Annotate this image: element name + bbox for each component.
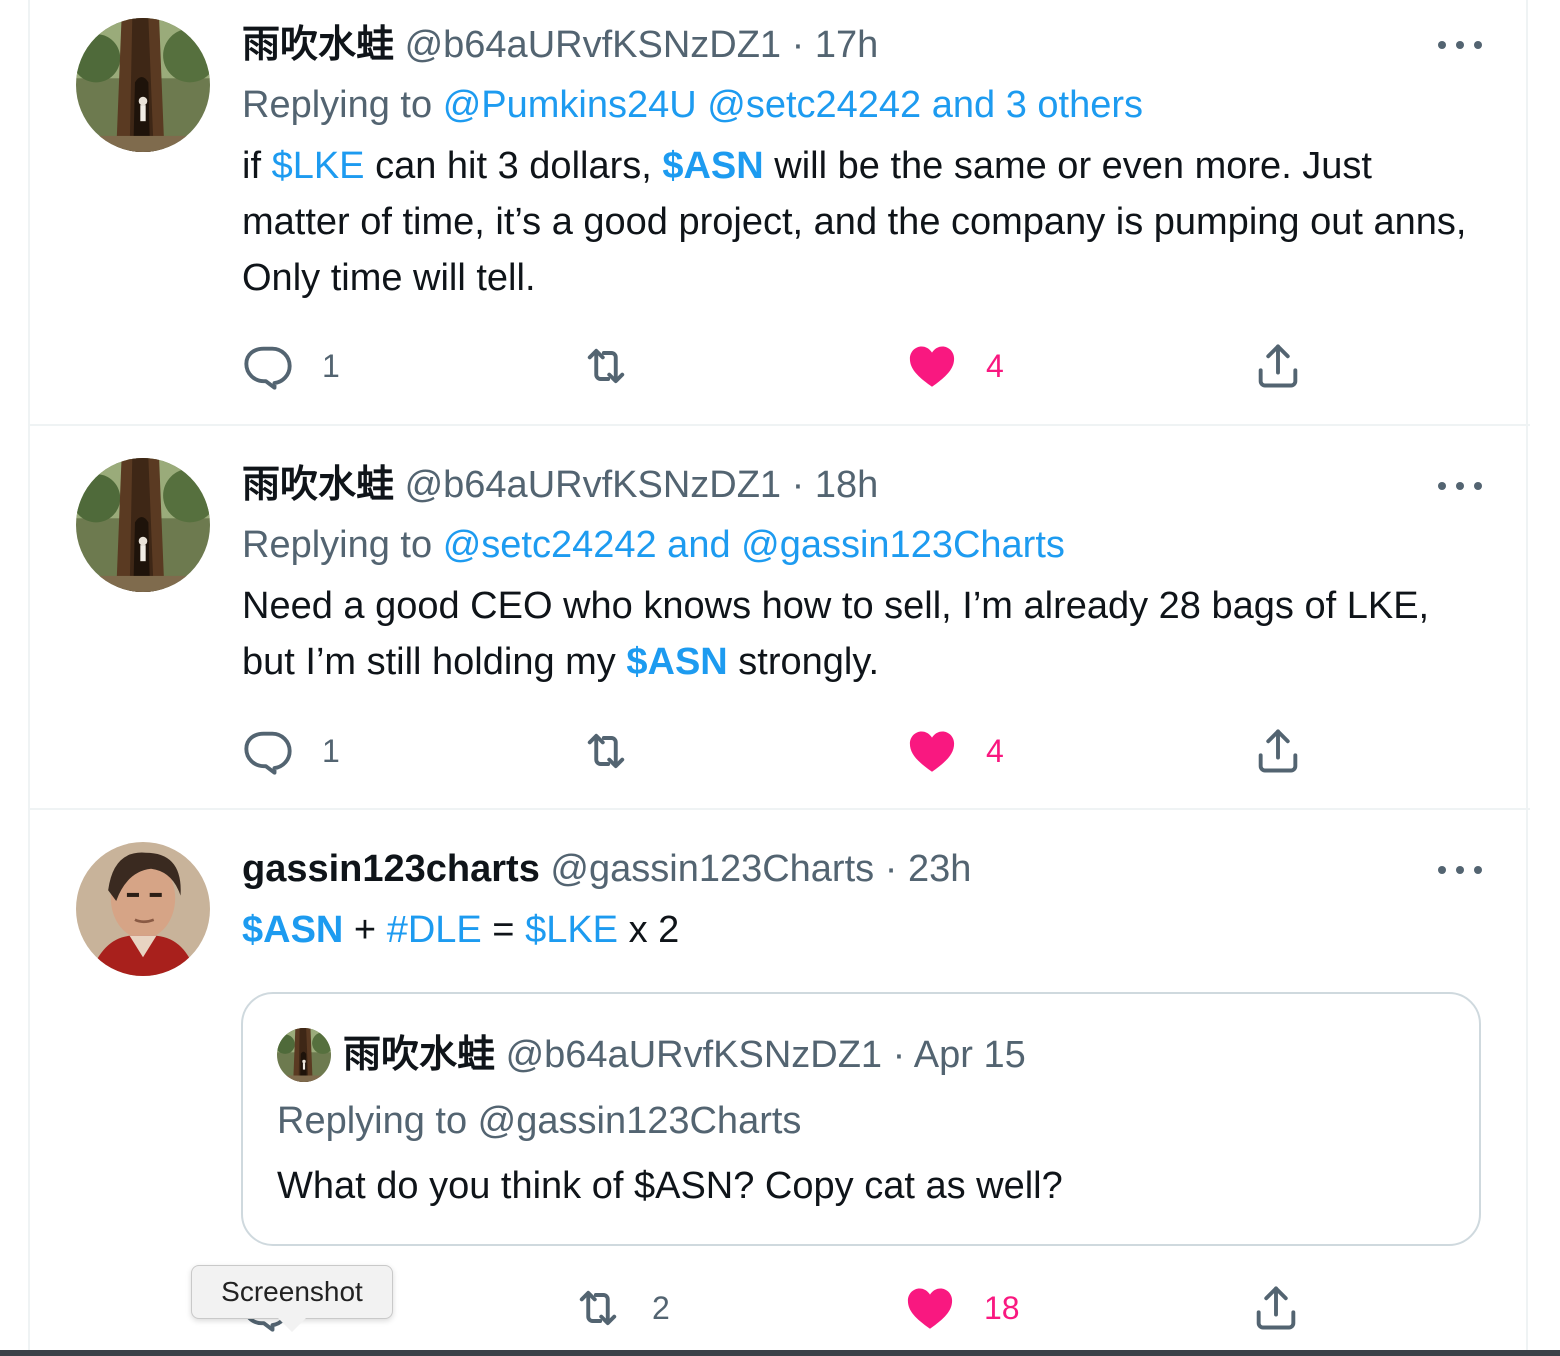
like-count: 18: [984, 1289, 1020, 1326]
reply-count: 1: [322, 347, 340, 384]
retweet-button[interactable]: [580, 336, 660, 396]
share-icon: [1252, 340, 1304, 392]
display-name[interactable]: 雨吹水蛙: [242, 24, 394, 66]
user-handle: @b64aURvfKSNzDZ1: [505, 1034, 883, 1076]
display-name: 雨吹水蛙: [343, 1034, 496, 1076]
text-segment: +: [343, 909, 387, 951]
retweet-icon: [572, 1282, 624, 1334]
tweet-actions: 2 18: [240, 1278, 1320, 1338]
heart-icon: [906, 725, 958, 777]
more-options-icon[interactable]: [1438, 860, 1482, 880]
cashtag-link[interactable]: $ASN: [662, 145, 763, 187]
quoted-tweet-card[interactable]: 雨吹水蛙 @b64aURvfKSNzDZ1 · Apr 15 Replying …: [241, 992, 1481, 1246]
separator-dot: ·: [892, 1034, 906, 1076]
tweet-text: if $LKE can hit 3 dollars, $ASN will be …: [242, 138, 1482, 306]
retweet-icon: [580, 725, 632, 777]
heart-icon: [906, 340, 958, 392]
tweet-text: $ASN + #DLE = $LKE x 2: [242, 902, 1482, 958]
replying-to: Replying to @Pumkins24U @setc24242 and 3…: [242, 80, 1143, 130]
text-segment: strongly.: [727, 641, 880, 683]
text-segment: can hit 3 dollars,: [364, 145, 663, 187]
user-handle[interactable]: @gassin123Charts: [550, 848, 874, 890]
replying-prefix: Replying to: [242, 84, 433, 126]
share-button[interactable]: [1252, 336, 1304, 396]
cashtag-link[interactable]: $LKE: [525, 909, 618, 951]
cashtag-link[interactable]: $LKE: [272, 145, 365, 187]
tree-avatar[interactable]: [76, 458, 210, 592]
tweet-text: Need a good CEO who knows how to sell, I…: [242, 578, 1482, 690]
text-segment: =: [481, 909, 526, 951]
replying-to: Replying to @setc24242 and @gassin123Cha…: [242, 520, 1065, 570]
like-count: 4: [986, 732, 1004, 769]
replying-links[interactable]: @setc24242 and @gassin123Charts: [443, 524, 1065, 566]
replying-links[interactable]: @Pumkins24U @setc24242 and 3 others: [443, 84, 1143, 126]
cashtag-link[interactable]: $ASN: [626, 641, 727, 683]
tree-avatar: [277, 1028, 331, 1082]
tweet-header: 雨吹水蛙 @b64aURvfKSNzDZ1 · 18h: [242, 460, 878, 510]
tweet-header: 雨吹水蛙 @b64aURvfKSNzDZ1 · 17h: [242, 20, 878, 70]
reply-button[interactable]: 1: [242, 721, 340, 781]
separator-dot: ·: [884, 848, 898, 890]
quoted-tweet-header: 雨吹水蛙 @b64aURvfKSNzDZ1 · Apr 15: [343, 1028, 1026, 1082]
display-name[interactable]: gassin123charts: [242, 848, 540, 890]
reply-button[interactable]: 1: [242, 336, 340, 396]
cashtag-link[interactable]: $ASN: [242, 909, 343, 951]
text-segment: if: [242, 145, 272, 187]
replying-to: Replying to @gassin123Charts: [277, 1100, 802, 1142]
like-button[interactable]: 4: [906, 721, 1004, 781]
retweet-button[interactable]: 2: [572, 1278, 670, 1338]
text-segment: x 2: [618, 909, 680, 951]
like-button[interactable]: 4: [906, 336, 1004, 396]
share-button[interactable]: [1252, 721, 1304, 781]
reply-icon: [242, 340, 294, 392]
tweet-header: gassin123charts @gassin123Charts · 23h: [242, 844, 971, 894]
user-handle[interactable]: @b64aURvfKSNzDZ1: [405, 464, 781, 506]
tweet[interactable]: 雨吹水蛙 @b64aURvfKSNzDZ1 · 17h Replying to …: [30, 0, 1530, 426]
tweet[interactable]: 雨吹水蛙 @b64aURvfKSNzDZ1 · 18h Replying to …: [30, 426, 1530, 810]
more-options-icon[interactable]: [1438, 476, 1482, 496]
separator-dot: ·: [791, 464, 805, 506]
tweet-actions: 1 4: [242, 336, 1322, 396]
quoted-tweet-text: What do you think of $ASN? Copy cat as w…: [277, 1165, 1063, 1207]
tree-avatar[interactable]: [76, 18, 210, 152]
bottom-edge: [0, 1350, 1560, 1356]
like-count: 4: [986, 347, 1004, 384]
heart-icon: [904, 1282, 956, 1334]
more-options-icon[interactable]: [1438, 35, 1482, 55]
hashtag-link[interactable]: #DLE: [387, 909, 482, 951]
reply-count: 1: [322, 732, 340, 769]
person-avatar[interactable]: [76, 842, 210, 976]
screenshot-tooltip: Screenshot: [191, 1265, 393, 1332]
reply-icon: [242, 725, 294, 777]
share-icon: [1250, 1282, 1302, 1334]
retweet-icon: [580, 340, 632, 392]
share-icon: [1252, 725, 1304, 777]
like-button[interactable]: 18: [904, 1278, 1020, 1338]
timestamp[interactable]: 18h: [815, 464, 878, 506]
retweet-button[interactable]: [580, 721, 660, 781]
retweet-count: 2: [652, 1289, 670, 1326]
separator-dot: ·: [791, 24, 805, 66]
timestamp: Apr 15: [913, 1034, 1026, 1076]
timestamp[interactable]: 23h: [908, 848, 971, 890]
share-button[interactable]: [1250, 1278, 1302, 1338]
display-name[interactable]: 雨吹水蛙: [242, 464, 394, 506]
tweet-actions: 1 4: [242, 721, 1322, 781]
user-handle[interactable]: @b64aURvfKSNzDZ1: [405, 24, 781, 66]
timestamp[interactable]: 17h: [815, 24, 878, 66]
replying-prefix: Replying to: [242, 524, 433, 566]
